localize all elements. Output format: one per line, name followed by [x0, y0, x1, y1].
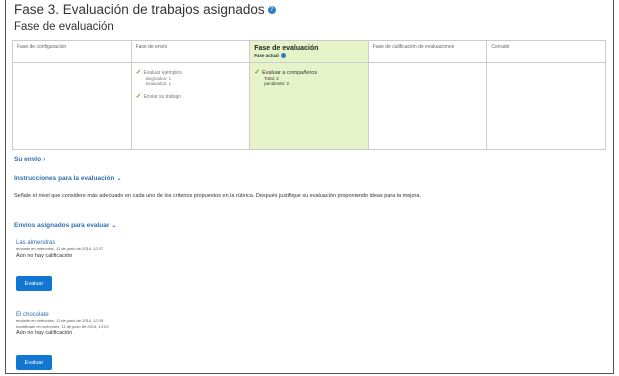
phase-header: Cerrado — [487, 41, 605, 63]
task-item: ✓ Evaluar ejemplos asignados: 1 evaluados… — [135, 69, 182, 86]
chevron-down-icon: ⌄ — [111, 223, 117, 229]
submission-date: enviado en miércoles, 11 de junio de 201… — [16, 246, 104, 251]
page-subtitle: Fase de evaluación — [14, 21, 114, 33]
evaluate-button[interactable]: Evaluar — [16, 276, 52, 291]
submission-grade: Aún no hay calificación — [16, 252, 73, 259]
su-envio-link[interactable]: Su envío › — [14, 156, 45, 163]
check-icon: ✓ — [254, 69, 261, 76]
phase-header: Fase de calificación de evaluaciones — [368, 41, 487, 63]
submission-item: El chocolate enviado en miércoles, 11 de… — [16, 312, 108, 336]
submission-date: enviado en miércoles, 11 de junio de 201… — [16, 318, 104, 323]
help-icon[interactable]: ? — [267, 6, 276, 15]
page-title: Fase 3. Evaluación de trabajos asignados… — [14, 2, 276, 17]
task-item: ✓ Evaluar a compañeros Total: 2 pendiente… — [254, 69, 318, 86]
phase-submission: Fase de envío ✓ Evaluar ejemplos asignado… — [131, 41, 251, 149]
check-icon: ✓ — [135, 69, 142, 76]
submission-modified-date: modificado en miércoles, 11 de junio de … — [16, 323, 109, 329]
phase-bar: Fase de configuración Fase de envío ✓ Eva… — [12, 40, 606, 150]
phase-header: Fase de envío — [131, 41, 250, 63]
phase-header: Fase de configuración — [13, 41, 131, 63]
phase-header: Fase de evaluación Fase actual — [250, 41, 368, 63]
assigned-submissions-toggle[interactable]: Envíos asignados para evaluar ⌄ — [14, 222, 116, 229]
submission-grade: Aún no hay calificación — [16, 330, 73, 336]
evaluate-button[interactable]: Evaluar — [16, 355, 52, 370]
phase-closed: Cerrado — [487, 41, 605, 149]
phase-grading: Fase de calificación de evaluaciones — [368, 41, 488, 149]
check-icon: ✓ — [135, 93, 142, 100]
task-item: ✓ Enviar su trabajo — [135, 93, 181, 100]
chevron-down-icon: ⌄ — [116, 176, 122, 182]
phase-setup: Fase de configuración — [13, 41, 132, 149]
current-phase-dot-icon — [280, 53, 286, 59]
submission-item: Las almendras enviado en miércoles, 11 d… — [16, 240, 103, 259]
chevron-right-icon: › — [43, 157, 46, 163]
page-frame: Fase 3. Evaluación de trabajos asignados… — [5, 0, 614, 374]
instructions-text: Señale el nivel que considere más adecua… — [14, 193, 421, 199]
phase-assessment: Fase de evaluación Fase actual ✓ Evaluar … — [250, 41, 369, 149]
instructions-toggle[interactable]: Instrucciones para la evaluación ⌄ — [14, 175, 121, 182]
